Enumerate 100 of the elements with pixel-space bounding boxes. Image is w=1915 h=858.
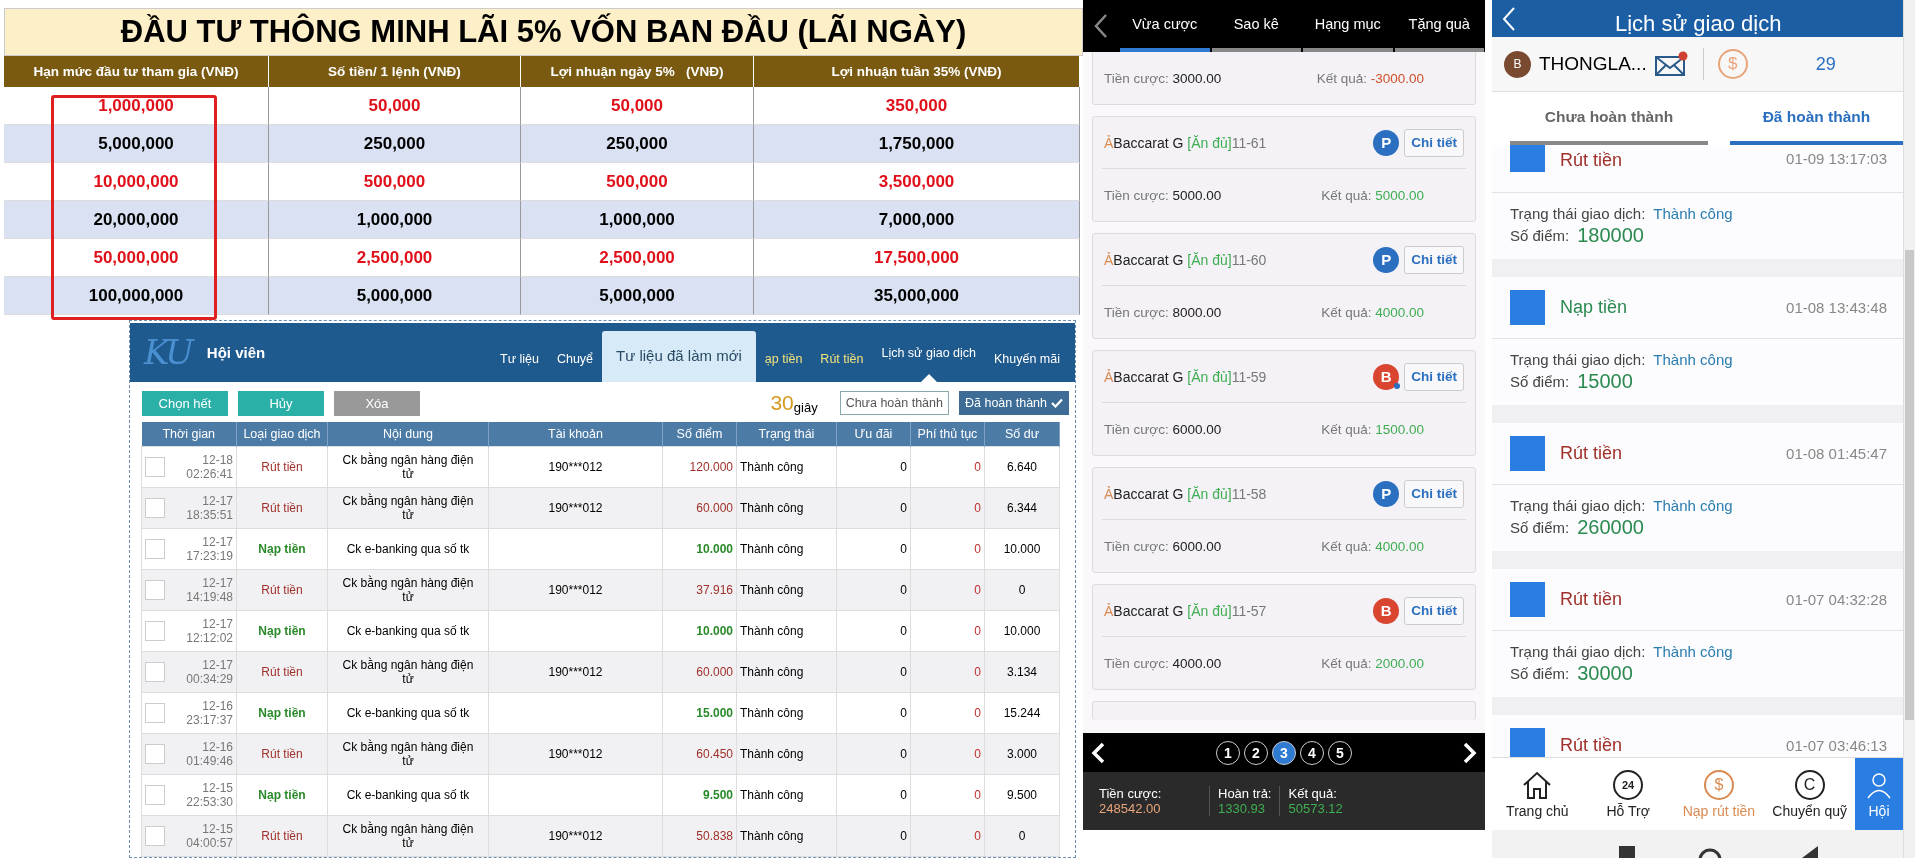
page-button[interactable]: 1 <box>1216 740 1240 765</box>
transaction-type: Rút tiền <box>1560 589 1623 610</box>
result-amount: Kết quả: 4000.00 <box>1321 304 1424 320</box>
nav-item[interactable]: Trang chủ <box>1492 758 1583 830</box>
table-cell: 3.134 <box>1007 665 1037 679</box>
details-button[interactable]: Chi tiết <box>1404 596 1464 625</box>
column-header: Thời gian <box>141 421 237 447</box>
summary-value: 50573.12 <box>1288 801 1343 816</box>
date-time: 12-17 18:35:51 <box>186 494 233 522</box>
points-value: 60.450 <box>696 747 733 761</box>
table-cell: 190***012 <box>548 747 603 761</box>
back-icon[interactable] <box>1094 13 1108 39</box>
points-value: 60.000 <box>696 665 733 679</box>
bet-amount: Tiền cược: 6000.00 <box>1104 538 1222 554</box>
date-time: 12-17 17:23:19 <box>186 535 233 563</box>
bet-amount: Tiền cược: 8000.00 <box>1104 304 1222 320</box>
table-cell: 0 <box>900 829 907 843</box>
details-button[interactable]: Chi tiết <box>1404 128 1464 157</box>
coin-icon: $ <box>1703 769 1734 800</box>
game-title: ẢBaccarat G [Ăn đủ]11-59 <box>1104 368 1267 385</box>
status-text: Thành công <box>740 624 804 638</box>
column-header: Lợi nhuận tuần 35% (VNĐ) <box>754 56 1080 87</box>
table-cell: 3.000 <box>1007 747 1037 761</box>
table-cell: Ck e-banking qua số tk <box>346 706 470 720</box>
date-time: 12-16 23:17:37 <box>186 699 233 727</box>
page-button[interactable]: 2 <box>1244 740 1268 765</box>
square-icon <box>1510 436 1545 471</box>
row-checkbox[interactable] <box>145 662 165 682</box>
points-value: 120.000 <box>689 460 733 474</box>
chevron-left-icon[interactable] <box>1091 741 1105 764</box>
date-time: 12-18 02:26:41 <box>186 453 233 481</box>
game-title: ẢBaccarat G [Ăn đủ]11-58 <box>1104 485 1267 502</box>
row-checkbox[interactable] <box>145 785 165 805</box>
status-text: Thành công <box>1653 351 1733 368</box>
table-cell: Ck bằng ngân hàng điện tử <box>342 740 474 768</box>
transaction-type: Nạp tiền <box>1560 297 1628 318</box>
nav-link[interactable]: ạp tiền <box>755 351 812 382</box>
column-header: Số tiền/ 1 lệnh (VNĐ) <box>269 56 521 87</box>
row-checkbox[interactable] <box>145 621 165 641</box>
row-checkbox[interactable] <box>145 703 165 723</box>
row-checkbox[interactable] <box>145 457 165 477</box>
nav-link[interactable]: Lịch sử giao dịch <box>872 345 985 382</box>
countdown-unit: giây <box>793 400 818 415</box>
details-button[interactable]: Chi tiết <box>1404 362 1464 391</box>
page-button[interactable]: 5 <box>1328 740 1352 765</box>
column-header: Tài khoản <box>488 421 663 447</box>
transaction-time: 01-09 13:17:03 <box>1786 150 1887 167</box>
column-header: Số dư <box>984 421 1060 447</box>
nav-link[interactable]: Rút tiền <box>811 351 873 382</box>
points-value: 37.916 <box>696 583 733 597</box>
square-icon <box>1510 728 1545 757</box>
result-badge: B <box>1373 363 1400 390</box>
nav-item[interactable]: 24 Hỗ Trợ <box>1582 758 1674 830</box>
nav-link[interactable]: Chuyể <box>547 351 603 382</box>
table-cell: 9.500 <box>1007 788 1037 802</box>
table-cell: 0 <box>974 542 981 556</box>
nav-item[interactable]: C Chuyển quỹ <box>1764 758 1855 830</box>
table-cell: 5,000,000 <box>521 277 754 315</box>
row-checkbox[interactable] <box>145 498 165 518</box>
table-cell: Ck bằng ngân hàng điện tử <box>342 453 474 481</box>
row-checkbox[interactable] <box>145 580 165 600</box>
filter-button[interactable]: Chưa hoàn thành <box>839 391 949 415</box>
chevron-right-icon[interactable] <box>1463 741 1477 764</box>
column-header: Phí thủ tục <box>910 421 985 447</box>
status-text: Thành công <box>740 665 804 679</box>
transaction-time: 01-07 03:46:13 <box>1786 737 1887 754</box>
table-cell: 0 <box>974 747 981 761</box>
table-cell: 0 <box>900 460 907 474</box>
bet-amount: Tiền cược: 5000.00 <box>1104 187 1222 203</box>
page-button[interactable]: 4 <box>1300 740 1324 765</box>
square-icon <box>1510 145 1545 172</box>
points-value: 50.838 <box>696 829 733 843</box>
table-cell: 0 <box>1018 583 1026 597</box>
result-amount: Kết quả: 2000.00 <box>1321 655 1424 671</box>
table-cell: 190***012 <box>548 829 603 843</box>
details-button[interactable]: Chi tiết <box>1404 245 1464 274</box>
transaction-type: Rút tiền <box>261 665 303 679</box>
status-label: Trạng thái giao dịch: <box>1510 351 1646 368</box>
nav-item[interactable]: Hội <box>1855 758 1903 830</box>
page-button[interactable]: 3 <box>1272 740 1296 765</box>
nav-link[interactable]: Tư liệu <box>491 351 548 382</box>
table-cell: Ck e-banking qua số tk <box>346 788 470 802</box>
date-time: 12-16 01:49:46 <box>186 740 233 768</box>
row-checkbox[interactable] <box>145 826 165 846</box>
logo: KU <box>144 332 191 373</box>
row-checkbox[interactable] <box>145 539 165 559</box>
table-cell: 10.000 <box>1003 624 1041 638</box>
table-cell: 6.344 <box>1007 501 1037 515</box>
table-cell: 100,000,000 <box>4 277 269 315</box>
nav-link[interactable]: Khuyến mãi <box>985 351 1069 382</box>
transaction-type: Rút tiền <box>1560 443 1623 464</box>
column-header: Số điểm <box>662 421 737 447</box>
scrollbar[interactable] <box>1905 250 1914 720</box>
result-amount: Kết quả: 4000.00 <box>1321 538 1424 554</box>
details-button[interactable]: Chi tiết <box>1404 479 1464 508</box>
filter-button[interactable]: Đã hoàn thành <box>959 391 1069 415</box>
bet-amount: Tiền cược: 4000.00 <box>1104 655 1222 671</box>
table-cell: Ck bằng ngân hàng điện tử <box>342 822 474 850</box>
mail-icon[interactable] <box>1654 51 1689 77</box>
row-checkbox[interactable] <box>145 744 165 764</box>
